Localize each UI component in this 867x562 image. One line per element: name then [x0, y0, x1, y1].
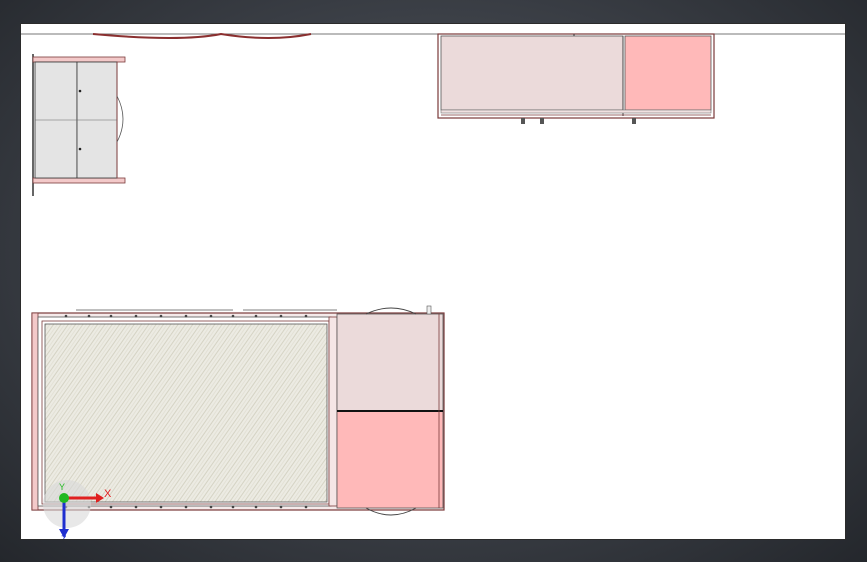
x-axis-label: X: [104, 488, 112, 500]
y-axis-dot: [59, 493, 69, 503]
y-axis-label: Y: [59, 482, 65, 492]
side-panel-lower: [336, 410, 444, 509]
partial-curve-top: [92, 32, 312, 39]
side-panel-upper: [336, 313, 444, 412]
z-axis-label: Z: [61, 534, 67, 540]
cad-drawing[interactable]: X Y Z: [21, 24, 846, 540]
mattress: [44, 323, 328, 503]
bed-assembly[interactable]: [31, 305, 445, 516]
graphics-viewport[interactable]: X Y Z: [20, 23, 846, 540]
cabinet-top-right[interactable]: [437, 33, 715, 124]
triad-shadow: [43, 480, 91, 528]
cabinet-left[interactable]: [32, 54, 126, 196]
